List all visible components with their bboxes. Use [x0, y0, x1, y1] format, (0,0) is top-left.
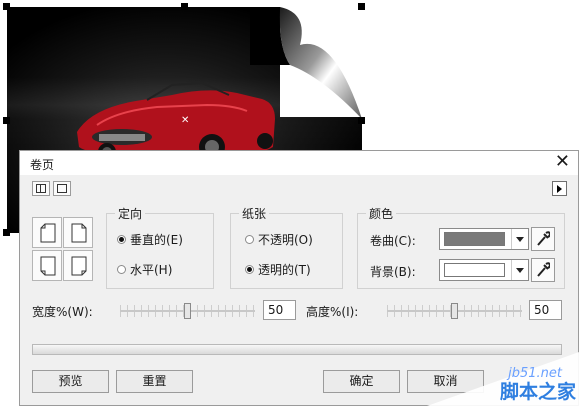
watermark: jb51.net 脚本之家 — [427, 351, 582, 406]
width-slider-thumb[interactable] — [184, 303, 191, 319]
corner-bottom-right-button[interactable] — [63, 250, 93, 281]
height-label: 高度%(I): — [306, 305, 359, 319]
page-curl-corner-icon — [71, 223, 87, 243]
width-label: 宽度%(W): — [32, 305, 93, 319]
selection-handle[interactable] — [3, 229, 10, 236]
horizontal-radio-label: 水平(H) — [130, 263, 173, 277]
preview-button[interactable]: 预览 — [32, 370, 109, 393]
reset-button[interactable]: 重置 — [116, 370, 193, 393]
selection-handle[interactable] — [3, 117, 10, 124]
paper-group-title: 纸张 — [239, 205, 270, 222]
watermark-name: 脚本之家 — [499, 381, 576, 403]
orientation-group: 定向 垂直的(E) 水平(H) — [106, 205, 214, 289]
selection-handle[interactable] — [3, 3, 10, 10]
paper-group: 纸张 不透明(O) 透明的(T) — [230, 205, 343, 289]
page-curl-corner-icon — [40, 256, 56, 276]
ok-button[interactable]: 确定 — [323, 370, 400, 393]
opaque-radio[interactable]: 不透明(O) — [245, 231, 313, 248]
page-curl-shape — [250, 7, 362, 119]
opaque-radio-label: 不透明(O) — [258, 233, 313, 247]
vertical-radio[interactable]: 垂直的(E) — [117, 231, 183, 248]
color-group: 颜色 卷曲(C): 背景(B): — [357, 205, 565, 289]
split-view-icon — [36, 184, 46, 193]
curl-color-label: 卷曲(C): — [370, 234, 416, 248]
background-color-dropdown[interactable] — [439, 259, 529, 281]
transparent-radio-label: 透明的(T) — [258, 263, 311, 277]
vertical-radio-label: 垂直的(E) — [130, 233, 183, 247]
transparent-radio[interactable]: 透明的(T) — [245, 261, 311, 278]
orientation-group-title: 定向 — [115, 205, 146, 222]
background-color-swatch — [444, 263, 505, 277]
horizontal-radio[interactable]: 水平(H) — [117, 261, 172, 278]
split-view-button[interactable] — [32, 181, 50, 196]
curl-color-swatch — [444, 232, 505, 246]
curl-eyedropper-button[interactable] — [531, 227, 555, 251]
selection-handle[interactable] — [358, 3, 365, 10]
selection-handle[interactable] — [181, 3, 188, 10]
corner-top-left-button[interactable] — [32, 217, 62, 248]
color-group-title: 颜色 — [366, 205, 397, 222]
chevron-down-icon[interactable] — [511, 229, 528, 249]
height-slider-thumb[interactable] — [451, 303, 458, 319]
page-curl-corner-icon — [71, 256, 87, 276]
dialog-title: 卷页 — [30, 158, 55, 172]
radio-dot[interactable] — [245, 265, 254, 274]
background-color-label: 背景(B): — [370, 265, 416, 279]
eyedropper-icon — [537, 262, 550, 277]
page-curl-corner-icon — [40, 223, 56, 243]
radio-dot[interactable] — [117, 235, 126, 244]
chevron-down-icon[interactable] — [511, 260, 528, 280]
height-slider[interactable] — [387, 301, 522, 321]
corner-top-right-button[interactable] — [63, 217, 93, 248]
expand-arrow-icon[interactable] — [552, 181, 567, 196]
dialog-titlebar[interactable]: 卷页 ✕ — [20, 151, 578, 175]
single-view-icon — [57, 184, 67, 193]
width-input[interactable]: 50 — [263, 300, 296, 320]
radio-dot[interactable] — [117, 265, 126, 274]
width-slider[interactable] — [120, 301, 255, 321]
eyedropper-icon — [537, 231, 550, 246]
selection-handle[interactable] — [358, 117, 365, 124]
center-marker: ✕ — [181, 115, 190, 126]
close-icon[interactable]: ✕ — [555, 153, 570, 171]
corner-bottom-left-button[interactable] — [32, 250, 62, 281]
height-input[interactable]: 50 — [529, 300, 562, 320]
background-eyedropper-button[interactable] — [531, 258, 555, 282]
radio-dot[interactable] — [245, 235, 254, 244]
single-view-button[interactable] — [53, 181, 71, 196]
curl-color-dropdown[interactable] — [439, 228, 529, 250]
